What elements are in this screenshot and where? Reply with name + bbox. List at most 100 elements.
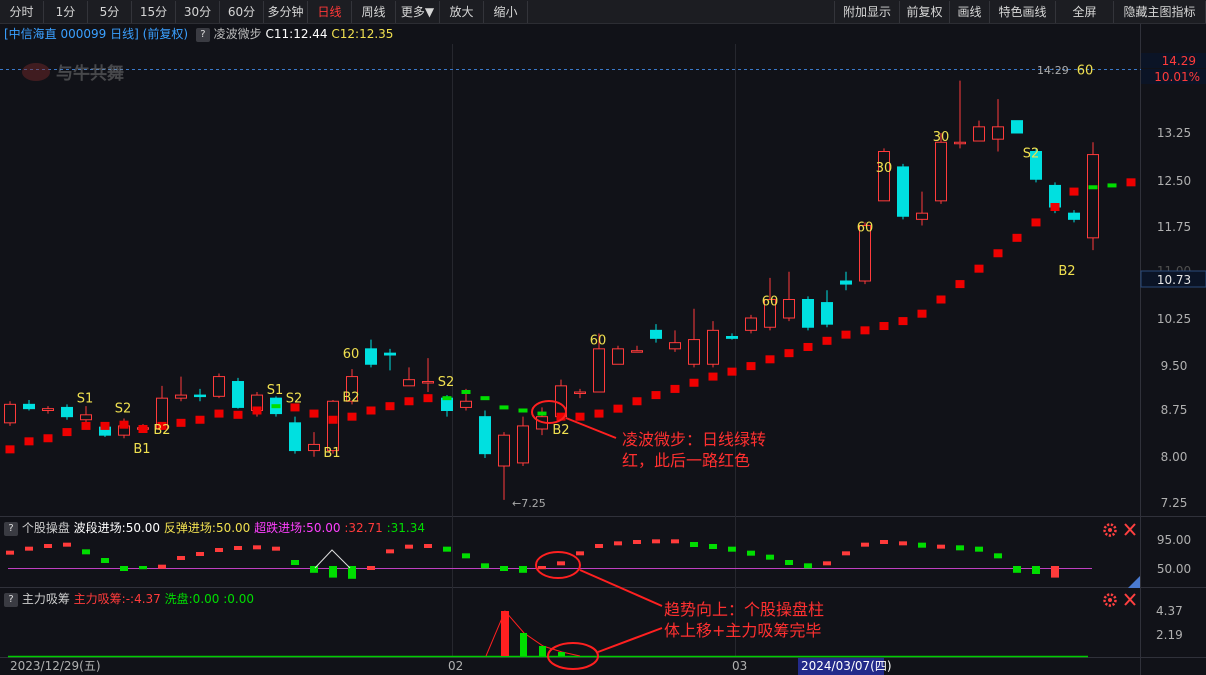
osc-bar-red bbox=[823, 561, 831, 566]
candle-body bbox=[992, 126, 1004, 140]
osc-bar-red bbox=[25, 546, 33, 551]
ma-point-red bbox=[233, 410, 243, 419]
osc-bar-green bbox=[139, 566, 147, 570]
candle-body bbox=[935, 141, 947, 202]
close-icon[interactable] bbox=[1124, 523, 1136, 536]
absorb-bar-green bbox=[520, 633, 527, 656]
annotation-text: 凌波微步：日线绿转 bbox=[622, 430, 766, 449]
candle-body bbox=[308, 443, 320, 452]
candle-body bbox=[631, 350, 643, 353]
candle-body bbox=[954, 141, 966, 145]
ma-point-green bbox=[499, 405, 509, 410]
candle-body bbox=[23, 403, 35, 410]
price-tick: 7.25 bbox=[1161, 496, 1188, 510]
ma-point-red bbox=[613, 404, 623, 413]
ma-point-red bbox=[328, 415, 338, 424]
ma-point-red bbox=[727, 367, 737, 376]
ma-point-red bbox=[651, 391, 661, 400]
ma-point-red bbox=[993, 249, 1003, 258]
osc-bar-red bbox=[6, 550, 14, 555]
osc-tick: 50.00 bbox=[1157, 562, 1191, 576]
price-tick: 8.00 bbox=[1161, 450, 1188, 464]
osc-bar-green bbox=[956, 545, 964, 551]
annotation-text: 红，此后一路红色 bbox=[622, 451, 750, 470]
gear-icon[interactable] bbox=[1103, 523, 1117, 537]
signal-label: 60 bbox=[857, 221, 874, 236]
osc-bar-red bbox=[614, 541, 622, 546]
osc-bar-red bbox=[557, 561, 565, 566]
signal-label: 60 bbox=[590, 334, 607, 349]
candle-body bbox=[821, 302, 833, 325]
ma-point-red bbox=[670, 384, 680, 393]
osc-bar-red bbox=[576, 551, 584, 556]
ma-point-red bbox=[176, 418, 186, 427]
candle-body bbox=[213, 376, 225, 397]
osc-bar-green bbox=[728, 546, 736, 552]
ma-point-red bbox=[214, 409, 224, 418]
signal-label: 60 bbox=[343, 347, 360, 362]
candle-body bbox=[422, 381, 434, 384]
signal-label: 30 bbox=[876, 161, 893, 176]
osc-bar-green bbox=[918, 542, 926, 548]
osc-bar-green bbox=[82, 549, 90, 555]
osc-bar-red bbox=[595, 544, 603, 548]
ma-point-green bbox=[461, 390, 471, 394]
ma-point-red bbox=[879, 322, 889, 331]
ma-point-red bbox=[423, 394, 433, 403]
ma-point-red bbox=[366, 406, 376, 415]
absorb-tick: 4.37 bbox=[1156, 604, 1183, 618]
gear-icon[interactable] bbox=[1103, 593, 1117, 607]
osc-bar-red bbox=[367, 566, 375, 570]
candle-body bbox=[517, 425, 529, 464]
ma-point-red bbox=[404, 397, 414, 406]
date-label-mar: 03 bbox=[732, 659, 747, 673]
close-icon[interactable] bbox=[1124, 593, 1136, 606]
resize-corner-icon[interactable] bbox=[1128, 576, 1140, 588]
ma-point-red bbox=[1031, 218, 1041, 227]
absorb-tick: 2.19 bbox=[1156, 628, 1183, 642]
candle-body bbox=[669, 342, 681, 350]
signal-label: S2 bbox=[1023, 147, 1040, 162]
osc-tick: 95.00 bbox=[1157, 533, 1191, 547]
ma-point-red bbox=[632, 397, 642, 406]
signal-label: S2 bbox=[115, 401, 132, 416]
ma-point-red bbox=[119, 420, 129, 429]
osc-bar-red bbox=[861, 542, 869, 547]
ma-point-red bbox=[841, 330, 851, 339]
ma-point-green bbox=[537, 411, 547, 416]
watermark-logo: 与牛共舞 bbox=[22, 63, 124, 84]
signal-label: S2 bbox=[438, 375, 455, 390]
ma-point-red bbox=[765, 355, 775, 364]
ma-point-red bbox=[784, 349, 794, 358]
osc-bar-red bbox=[63, 542, 71, 547]
ma-point-red bbox=[575, 412, 585, 421]
osc-bar-red bbox=[880, 540, 888, 544]
ma-point-red bbox=[898, 317, 908, 326]
ma-point-red bbox=[822, 336, 832, 345]
osc-bar-green bbox=[310, 566, 318, 573]
ma-point-green bbox=[1088, 185, 1098, 190]
osc-bar-green bbox=[709, 544, 717, 549]
candle-body bbox=[327, 400, 339, 452]
signal-label: B1 bbox=[133, 442, 150, 457]
candle-body bbox=[460, 400, 472, 408]
ma-point-red bbox=[252, 406, 262, 415]
kline-chart[interactable]: 与牛共舞 14:29←7.25 S1S2B1B2S1S2B160B2S2B260… bbox=[0, 0, 1206, 675]
osc-bar-red bbox=[196, 552, 204, 556]
ma-point-red bbox=[5, 445, 15, 454]
osc-bar-green bbox=[120, 566, 128, 571]
candle-body bbox=[802, 299, 814, 328]
signal-label: B1 bbox=[323, 446, 340, 461]
candle-body bbox=[1011, 120, 1023, 134]
osc-bar-green bbox=[101, 558, 109, 563]
signal-label: B2 bbox=[552, 423, 569, 438]
candle-body bbox=[175, 394, 187, 399]
ma-point-red bbox=[1012, 233, 1022, 242]
osc-bar-green bbox=[291, 560, 299, 565]
price-tick: 8.75 bbox=[1161, 403, 1188, 417]
osc-triangle bbox=[314, 549, 351, 569]
low-price-label: ←7.25 bbox=[512, 497, 546, 510]
ma-point-red bbox=[974, 264, 984, 273]
osc-bar-green bbox=[348, 566, 356, 579]
candle-body bbox=[42, 408, 54, 411]
